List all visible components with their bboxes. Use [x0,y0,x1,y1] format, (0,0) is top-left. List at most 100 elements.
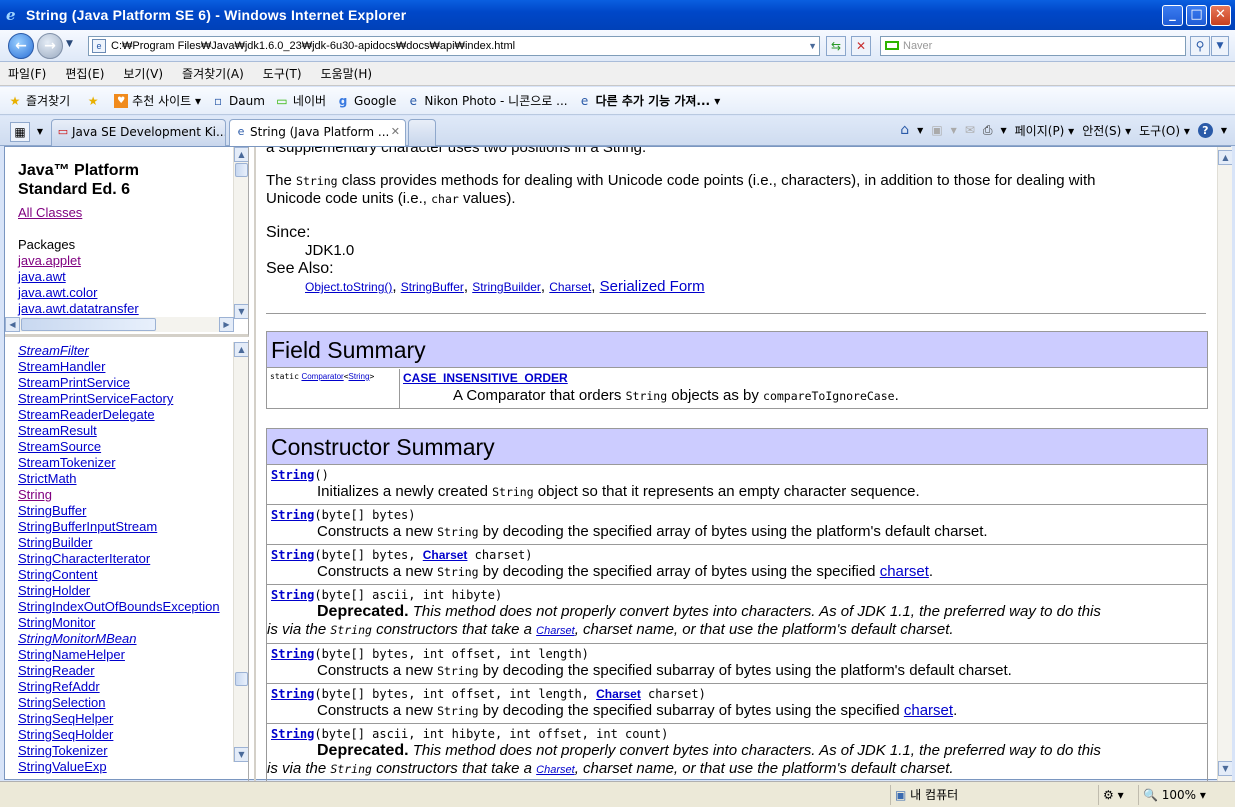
maximize-button[interactable]: □ [1186,5,1207,26]
scroll-thumb[interactable] [235,163,248,177]
scroll-up-icon[interactable]: ▲ [234,342,248,357]
class-link[interactable]: StreamReaderDelegate [18,407,220,423]
charset-type-link[interactable]: Charset [423,548,468,562]
see-also-link[interactable]: StringBuilder [472,280,541,294]
safety-menu[interactable]: 안전(S) ▾ [1082,122,1131,139]
fav-suggested-sites[interactable]: ♥ 추천 사이트 ▾ [114,92,201,109]
menu-tools[interactable]: 도구(T) [263,65,302,82]
menu-help[interactable]: 도움말(H) [321,65,373,82]
constructor-link[interactable]: String [271,548,314,562]
packages-vertical-scrollbar[interactable]: ▲ ▼ [233,147,248,319]
forward-button[interactable]: → [37,33,63,59]
class-link[interactable]: StringCharacterIterator [18,551,220,567]
class-link[interactable]: StringValueExp [18,759,220,775]
search-input[interactable]: Naver [880,36,1186,56]
class-link[interactable]: StringTokenizer [18,743,220,759]
mail-icon[interactable]: ✉ [965,123,975,137]
class-link[interactable]: StreamTokenizer [18,455,220,471]
scroll-up-icon[interactable]: ▲ [234,147,248,162]
search-icon[interactable]: ⚲ [1190,36,1210,56]
class-link[interactable]: String [18,487,220,503]
package-link[interactable]: java.applet [18,253,139,269]
scroll-down-icon[interactable]: ▼ [234,747,248,762]
fav-naver[interactable]: ▭ 네이버 [275,92,326,109]
scroll-left-icon[interactable]: ◀ [5,317,20,332]
print-icon[interactable]: ⎙ [983,123,993,138]
class-link[interactable]: StringBufferInputStream [18,519,220,535]
home-icon[interactable]: ⌂ [900,122,909,138]
string-type-link[interactable]: String [349,372,370,381]
stop-icon[interactable]: ✕ [851,36,871,56]
comparator-link[interactable]: Comparator [301,372,343,381]
main-vertical-scrollbar[interactable]: ▲ ▼ [1217,147,1232,781]
class-link[interactable]: StringHolder [18,583,220,599]
page-menu[interactable]: 페이지(P) ▾ [1015,122,1075,139]
constructor-link[interactable]: String [271,647,314,661]
feeds-icon[interactable]: ▣ [931,123,942,137]
print-dropdown-icon[interactable]: ▼ [1000,126,1006,135]
scroll-thumb[interactable] [235,672,248,686]
scroll-up-icon[interactable]: ▲ [1218,150,1232,165]
class-link[interactable]: StreamHandler [18,359,220,375]
class-link[interactable]: StringBuilder [18,535,220,551]
class-link[interactable]: StringMonitor [18,615,220,631]
tab-list-dropdown-icon[interactable]: ▼ [33,122,47,142]
charset-link[interactable]: charset [904,702,953,719]
packages-horizontal-scrollbar[interactable]: ◀ ▶ [5,317,234,332]
quick-tabs-icon[interactable]: ▦ [10,122,30,142]
constructor-link[interactable]: String [271,508,314,522]
close-tab-icon[interactable]: ✕ [391,120,400,144]
menu-edit[interactable]: 편집(E) [65,65,104,82]
constructor-link[interactable]: String [271,588,314,602]
tools-menu[interactable]: 도구(O) ▾ [1139,122,1190,139]
class-link[interactable]: StreamPrintService [18,375,220,391]
class-link[interactable]: StreamResult [18,423,220,439]
new-tab-button[interactable] [408,119,436,146]
class-link[interactable]: StreamPrintServiceFactory [18,391,220,407]
recent-pages-dropdown-icon[interactable]: ▼ [66,39,73,49]
fav-daum[interactable]: ▫ Daum [211,94,265,108]
class-link[interactable]: StringReader [18,663,220,679]
address-input[interactable]: e C:₩Program Files₩Java₩jdk1.6.0_23₩jdk-… [88,36,820,56]
close-button[interactable]: ✕ [1210,5,1231,26]
constructor-link[interactable]: String [271,687,314,701]
fav-google[interactable]: g Google [336,94,397,108]
see-also-link[interactable]: StringBuffer [401,280,464,294]
menu-view[interactable]: 보기(V) [123,65,163,82]
class-link[interactable]: StringMonitorMBean [18,631,220,647]
class-link[interactable]: StringSeqHolder [18,727,220,743]
add-favorite-button[interactable]: ★ [86,94,104,108]
tab-java-se[interactable]: ▭ Java SE Development Ki... [51,119,226,146]
search-options-icon[interactable]: ▼ [1211,36,1229,56]
serialized-form-link[interactable]: Serialized Form [600,278,705,295]
package-link[interactable]: java.awt [18,269,139,285]
see-also-link[interactable]: Object.toString() [305,280,392,294]
class-link[interactable]: StreamSource [18,439,220,455]
back-button[interactable]: ← [8,33,34,59]
favorites-button[interactable]: ★ 즐겨찾기 [8,92,71,109]
all-classes-link[interactable]: All Classes [18,205,82,220]
tab-string[interactable]: e String (Java Platform ... ✕ [229,119,406,146]
class-link[interactable]: StrictMath [18,471,220,487]
constructor-link[interactable]: String [271,727,314,741]
class-link[interactable]: StringSelection [18,695,220,711]
class-link[interactable]: StringNameHelper [18,647,220,663]
class-link[interactable]: StreamFilter [18,343,220,359]
classes-vertical-scrollbar[interactable]: ▲ ▼ [233,342,248,762]
help-icon[interactable]: ? [1197,122,1213,138]
address-dropdown-icon[interactable]: ▼ [808,37,817,55]
help-dropdown-icon[interactable]: ▼ [1221,126,1227,135]
feeds-dropdown-icon[interactable]: ▼ [951,126,957,135]
class-link[interactable]: StringRefAddr [18,679,220,695]
constructor-link[interactable]: String [271,468,314,482]
package-link[interactable]: java.awt.datatransfer [18,301,139,317]
scroll-right-icon[interactable]: ▶ [219,317,234,332]
charset-link[interactable]: Charset [536,764,575,776]
scroll-track[interactable] [1219,167,1232,781]
fav-nikon[interactable]: e Nikon Photo - 니콘으로 ... [406,92,568,109]
scroll-down-icon[interactable]: ▼ [234,304,248,319]
scroll-down-icon[interactable]: ▼ [1218,761,1232,776]
package-link[interactable]: java.awt.color [18,285,139,301]
scroll-thumb[interactable] [21,318,156,331]
fav-more-addons[interactable]: e 다른 추가 기능 가져... ▾ [578,92,720,109]
